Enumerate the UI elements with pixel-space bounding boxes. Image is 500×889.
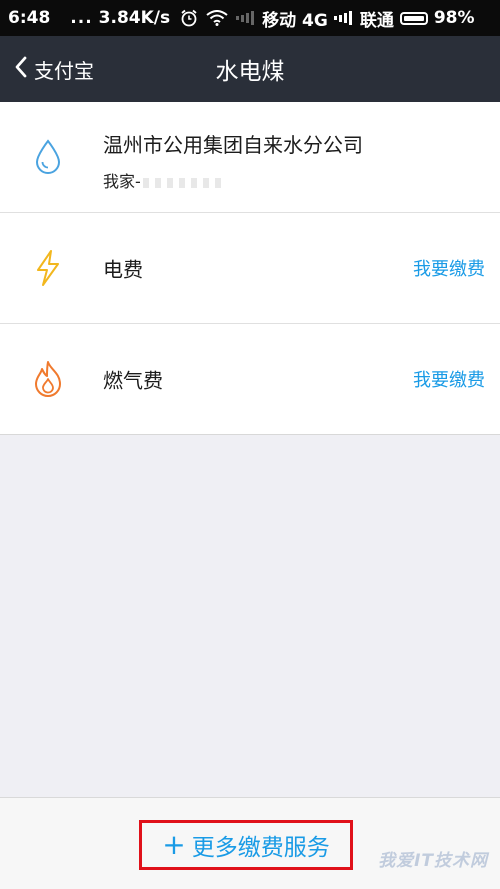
flame-icon — [28, 359, 68, 399]
battery-icon — [399, 11, 428, 25]
list-item-gas[interactable]: 燃气费 我要缴费 — [0, 324, 500, 435]
battery-level: 98% — [433, 8, 475, 28]
list-item-water[interactable]: 温州市公用集团自来水分公司 我家- — [0, 102, 500, 213]
item-subtitle: 我家- — [103, 168, 221, 192]
list-item-electricity[interactable]: 电费 我要缴费 — [0, 213, 500, 324]
status-bar: 6:48 ... 3.84K/s 移动 4G 联通 98% — [0, 0, 500, 36]
alarm-icon — [180, 9, 198, 27]
more-payment-services-button[interactable]: + 更多缴费服务 — [139, 820, 353, 870]
signal-icon-1 — [236, 11, 255, 25]
payment-list: 温州市公用集团自来水分公司 我家- 电费 我要缴费 燃气费 我要缴费 — [0, 102, 500, 435]
carrier-1: 移动 4G — [262, 10, 328, 31]
wifi-icon — [206, 10, 228, 26]
watermark: 我爱IT技术网 — [378, 851, 488, 871]
pay-link-electricity[interactable]: 我要缴费 — [413, 255, 485, 281]
network-speed: 3.84K/s — [98, 8, 171, 28]
item-title: 燃气费 — [103, 368, 163, 393]
back-label: 支付宝 — [34, 58, 94, 83]
pay-link-gas[interactable]: 我要缴费 — [413, 366, 485, 392]
item-title: 温州市公用集团自来水分公司 — [103, 133, 363, 157]
water-drop-icon — [28, 137, 68, 177]
status-time: 6:48 — [8, 8, 51, 28]
plus-icon: + — [162, 828, 186, 861]
nav-bar: 支付宝 水电煤 — [0, 36, 500, 102]
chevron-left-icon — [14, 56, 28, 82]
status-dots: ... — [70, 8, 93, 28]
signal-icon-2 — [333, 11, 352, 25]
item-title: 电费 — [103, 257, 143, 282]
back-button[interactable]: 支付宝 — [14, 36, 94, 102]
lightning-icon — [28, 248, 68, 288]
more-payment-label: 更多缴费服务 — [191, 835, 330, 861]
bottom-bar: + 更多缴费服务 我爱IT技术网 — [0, 797, 500, 889]
carrier-2: 联通 — [359, 10, 394, 31]
masked-account — [142, 177, 221, 188]
